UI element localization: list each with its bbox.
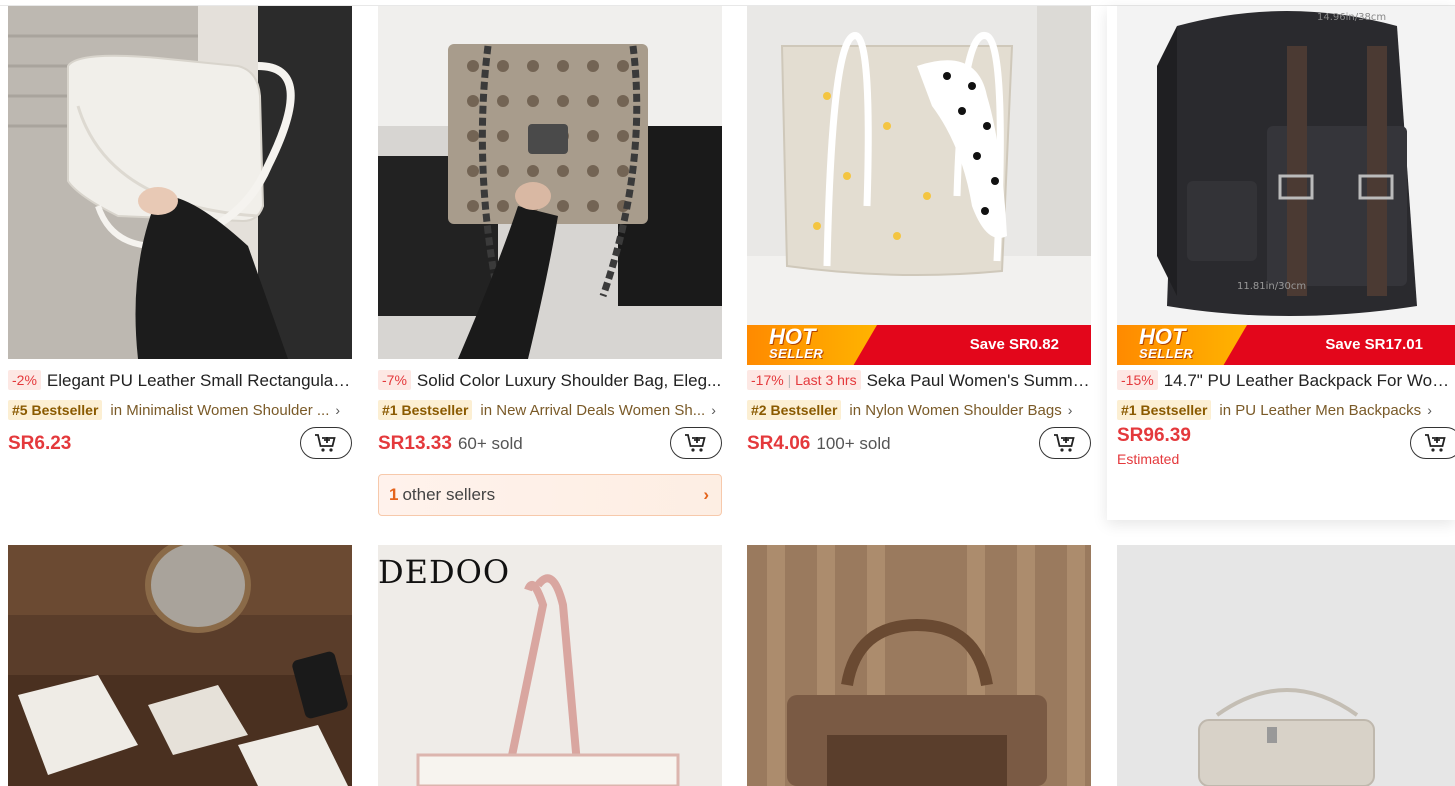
chevron-right-icon: › — [703, 485, 709, 504]
product-title[interactable]: -2% Elegant PU Leather Small Rectangular.… — [8, 369, 352, 393]
product-title-text[interactable]: Seka Paul Women's Summe... — [867, 371, 1091, 390]
bestseller-category[interactable]: in Nylon Women Shoulder Bags — [849, 402, 1061, 419]
bestseller-badge: #1 Bestseller — [1117, 400, 1212, 420]
chevron-right-icon: › — [1067, 402, 1073, 418]
product-card[interactable] — [747, 545, 1091, 786]
bestseller-category[interactable]: in Minimalist Women Shoulder ... — [110, 402, 329, 419]
add-to-cart-icon — [1054, 434, 1075, 452]
save-amount: Save SR0.82 — [969, 336, 1059, 353]
add-to-cart-button[interactable] — [1410, 427, 1455, 459]
product-card[interactable]: DEDOO — [378, 545, 722, 786]
chevron-right-icon: › — [1427, 402, 1432, 418]
discount-badge: -2% — [8, 370, 41, 390]
product-image[interactable] — [8, 6, 352, 359]
discount-badge: -17% | Last 3 hrs — [747, 370, 861, 390]
price: SR13.33 — [378, 433, 452, 454]
chevron-right-icon: › — [335, 402, 341, 418]
product-title[interactable]: -17% | Last 3 hrs Seka Paul Women's Summe… — [747, 369, 1091, 393]
product-title[interactable]: -15% 14.7" PU Leather Backpack For Wom... — [1117, 369, 1455, 393]
add-to-cart-button[interactable] — [670, 427, 722, 459]
svg-text:11.81in/30cm: 11.81in/30cm — [1237, 281, 1306, 292]
discount-badge: -7% — [378, 370, 411, 390]
product-title[interactable]: -7% Solid Color Luxury Shoulder Bag, Eleg… — [378, 369, 722, 393]
product-title-text[interactable]: Solid Color Luxury Shoulder Bag, Eleg... — [417, 371, 721, 390]
product-image[interactable]: 14.96in/38cm 11.81in/30cm — [1117, 6, 1455, 359]
price-row: SR96.39 — [1117, 421, 1191, 451]
svg-text:14.96in/38cm: 14.96in/38cm — [1317, 12, 1386, 23]
sold-count: 60+ sold — [457, 434, 523, 453]
bestseller-category[interactable]: in PU Leather Men Backpacks — [1219, 402, 1421, 419]
product-card[interactable] — [1117, 545, 1455, 786]
bestseller-link[interactable]: #1 Bestseller in New Arrival Deals Women … — [378, 399, 722, 423]
bestseller-category[interactable]: in New Arrival Deals Women Sh... — [480, 402, 705, 419]
product-card[interactable]: -7% Solid Color Luxury Shoulder Bag, Eleg… — [378, 6, 722, 516]
discount-badge: -15% — [1117, 370, 1158, 390]
product-image[interactable] — [378, 6, 722, 359]
price: SR4.06 — [747, 433, 811, 454]
product-image[interactable] — [747, 6, 1091, 359]
bestseller-badge: #5 Bestseller — [8, 400, 103, 420]
bestseller-link[interactable]: #2 Bestseller in Nylon Women Shoulder Bag… — [747, 399, 1091, 423]
product-card[interactable]: HOT SELLER Save SR0.82 -17% | Last 3 hrs… — [747, 6, 1091, 466]
price-row: SR6.23 — [8, 429, 71, 459]
chevron-right-icon: › — [711, 402, 716, 418]
product-card[interactable]: -2% Elegant PU Leather Small Rectangular.… — [8, 6, 352, 466]
hot-seller-label: HOT — [769, 325, 816, 349]
hot-seller-label: HOT — [1139, 325, 1186, 349]
sellers-count: 1 — [389, 485, 399, 504]
hot-seller-sublabel: SELLER — [1139, 346, 1194, 361]
product-image[interactable] — [8, 545, 352, 786]
hot-seller-sublabel: SELLER — [769, 346, 824, 361]
product-image[interactable] — [1117, 545, 1455, 786]
price: SR6.23 — [8, 433, 72, 454]
sold-count: 100+ sold — [816, 434, 891, 453]
bestseller-badge: #2 Bestseller — [747, 400, 842, 420]
bestseller-link[interactable]: #1 Bestseller in PU Leather Men Backpacks… — [1117, 399, 1455, 423]
price-row: SR4.06 100+ sold — [747, 429, 891, 459]
hot-seller-banner: HOT SELLER Save SR0.82 — [747, 325, 1091, 365]
product-title-text[interactable]: Elegant PU Leather Small Rectangular... — [47, 371, 352, 390]
bestseller-link[interactable]: #5 Bestseller in Minimalist Women Shoulde… — [8, 399, 352, 423]
product-title-text[interactable]: 14.7" PU Leather Backpack For Wom... — [1164, 371, 1455, 390]
price-row: SR13.33 60+ sold — [378, 429, 523, 459]
bestseller-badge: #1 Bestseller — [378, 400, 473, 420]
add-to-cart-icon — [685, 434, 706, 452]
product-card[interactable] — [8, 545, 352, 786]
price: SR96.39 — [1117, 425, 1191, 446]
save-amount: Save SR17.01 — [1325, 336, 1423, 353]
add-to-cart-icon — [1425, 434, 1446, 452]
other-sellers-button[interactable]: 1 other sellers › — [378, 474, 722, 516]
product-card[interactable]: 14.96in/38cm 11.81in/30cm HOT SELLER Sav… — [1107, 6, 1455, 520]
add-to-cart-button[interactable] — [300, 427, 352, 459]
deal-time: Last 3 hrs — [795, 372, 857, 388]
hot-seller-banner: HOT SELLER Save SR17.01 — [1117, 325, 1455, 365]
add-to-cart-button[interactable] — [1039, 427, 1091, 459]
product-image[interactable] — [747, 545, 1091, 786]
estimated-label: Estimated — [1117, 451, 1180, 467]
sellers-label: other sellers — [402, 485, 496, 504]
add-to-cart-icon — [315, 434, 336, 452]
brand-watermark: DEDOO — [378, 553, 511, 591]
